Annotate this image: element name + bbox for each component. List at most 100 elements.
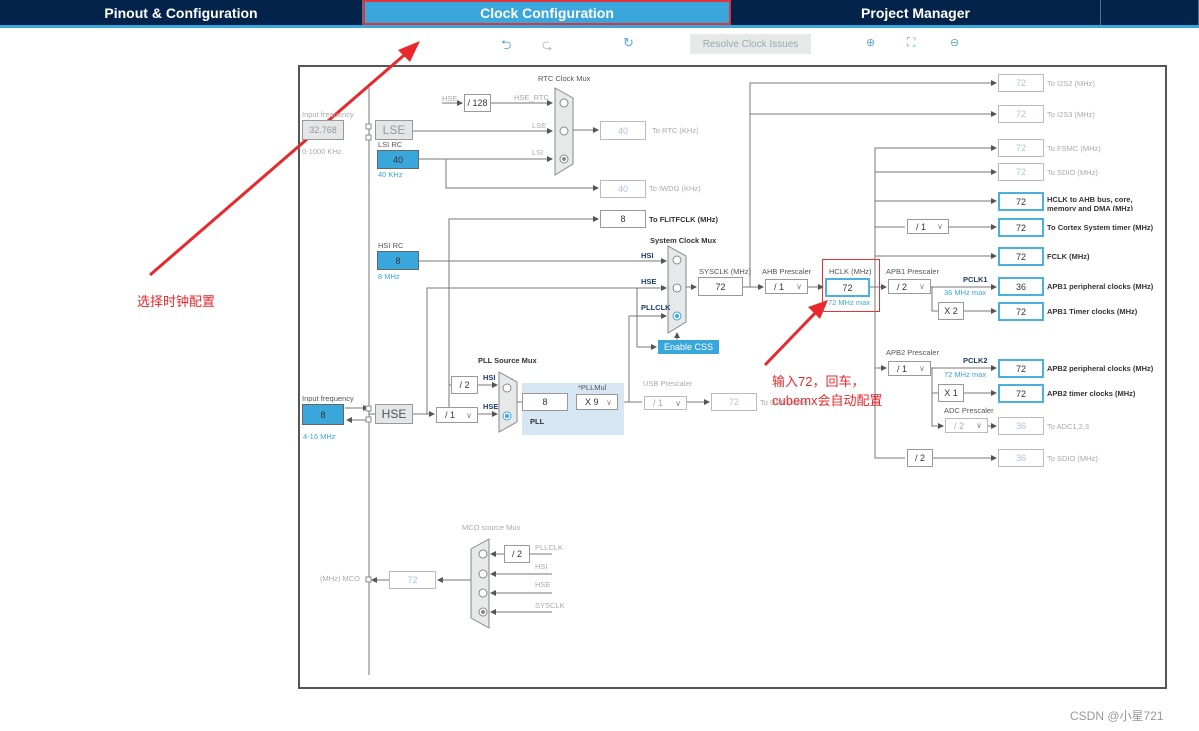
hsi-pll-divider: / 2 xyxy=(451,376,478,394)
mco-output: 72 xyxy=(389,571,436,589)
chevron-down-icon: ∨ xyxy=(976,421,982,430)
usb-prescaler-value: / 1 xyxy=(653,398,664,408)
sysclk-label: SYSCLK (MHz) xyxy=(699,267,752,276)
output-apb2-timer[interactable]: 72 xyxy=(998,384,1044,403)
apb1-prescaler-value: / 2 xyxy=(897,281,908,292)
apb2-prescaler-select[interactable]: / 1 ∨ xyxy=(888,361,931,376)
iwdg-output-label: To IWDG (KHz) xyxy=(649,184,701,193)
output-apb2-peripheral-label: APB2 peripheral clocks (MHz) xyxy=(1047,364,1154,373)
output-sdio-2: 36 xyxy=(998,449,1044,467)
apb2-prescaler-label: APB2 Prescaler xyxy=(886,348,939,357)
output-i2s3: 72 xyxy=(998,105,1044,123)
apb1-prescaler-label: APB1 Prescaler xyxy=(886,267,939,276)
hclk-max: 72 MHz max xyxy=(828,298,871,307)
iwdg-output: 40 xyxy=(600,180,646,198)
system-clock-mux-title: System Clock Mux xyxy=(650,236,717,245)
apb2-timer-multiplier: X 1 xyxy=(938,384,964,402)
chevron-down-icon: ∨ xyxy=(919,282,925,291)
pllmul-value: X 9 xyxy=(585,397,599,407)
lsi-label: LSI RC xyxy=(378,140,403,149)
hclk-label: HCLK (MHz) xyxy=(829,267,872,276)
lse-input-frequency[interactable]: 32.768 xyxy=(302,120,344,140)
hse-input-label: Input frequency xyxy=(302,394,354,403)
sysmux-hse-label: HSE xyxy=(641,277,657,286)
mco-label: (MHz) MCO xyxy=(320,574,360,583)
output-cortex-timer[interactable]: 72 xyxy=(998,218,1044,237)
output-fclk[interactable]: 72 xyxy=(998,247,1044,266)
hse-range: 4-16 MHz xyxy=(303,432,336,441)
annotation-select-clock: 选择时钟配置 xyxy=(137,294,216,309)
output-sdio-2-label: To SDIO (MHz) xyxy=(1047,454,1098,463)
annotation-enter-72: 输入72，回车， xyxy=(772,374,865,389)
output-fsmc-label: To FSMC (MHz) xyxy=(1047,144,1101,153)
output-i2s2: 72 xyxy=(998,74,1044,92)
output-sdio: 72 xyxy=(998,163,1044,181)
hse-rtc-divider: / 128 xyxy=(464,94,491,112)
hsi-label: HSI RC xyxy=(378,241,404,250)
sysclk-value[interactable]: 72 xyxy=(698,277,743,296)
chevron-down-icon: ∨ xyxy=(937,222,943,231)
pllmul-label: *PLLMul xyxy=(578,383,607,392)
usb-prescaler-label: USB Prescaler xyxy=(643,379,693,388)
mco-hse-label: HSE xyxy=(535,580,551,589)
chevron-down-icon: ∨ xyxy=(466,410,472,420)
rtc-lsi-label: LSI xyxy=(532,148,544,157)
output-apb1-peripheral[interactable]: 36 xyxy=(998,277,1044,296)
pclk1-label: PCLK1 xyxy=(963,275,988,284)
mco-hsi-label: HSI xyxy=(535,562,548,571)
usb-prescaler-select[interactable]: / 1 ∨ xyxy=(644,396,687,410)
rtc-mux-title: RTC Clock Mux xyxy=(538,74,591,83)
output-apb1-timer[interactable]: 72 xyxy=(998,302,1044,321)
output-hclk-ahb[interactable]: 72 xyxy=(998,192,1044,211)
sysmux-hsi-label: HSI xyxy=(641,251,654,260)
cortex-divider-value: / 1 xyxy=(916,221,927,232)
rtc-output: 40 xyxy=(600,121,646,140)
flitfclk-label: To FLITFCLK (MHz) xyxy=(649,215,719,224)
output-cortex-timer-label: To Cortex System timer (MHz) xyxy=(1047,223,1154,232)
pll-input-value: 8 xyxy=(522,393,568,411)
output-fclk-label: FCLK (MHz) xyxy=(1047,252,1090,261)
adc-prescaler-value: / 2 xyxy=(954,420,965,431)
hsi-value: 8 xyxy=(377,251,419,270)
output-i2s2-label: To I2S2 (MHz) xyxy=(1047,79,1095,88)
adc-prescaler-select[interactable]: / 2 ∨ xyxy=(945,418,988,433)
hse-prediv-select[interactable]: / 1 ∨ xyxy=(436,407,478,423)
hse-rtc-label: HSE_RTC xyxy=(514,93,549,102)
pll-label: PLL xyxy=(530,417,545,426)
rtc-output-label: To RTC (KHz) xyxy=(652,126,699,135)
annotation-auto-config: cubemx会自动配置 xyxy=(772,393,883,408)
adc-prescaler-label: ADC Prescaler xyxy=(944,406,994,415)
mco-sysclk-label: SYSCLK xyxy=(535,601,565,610)
lse-block: LSE xyxy=(375,120,413,140)
lsi-unit: 40 KHz xyxy=(378,170,403,179)
ahb-prescaler-select[interactable]: / 1 ∨ xyxy=(765,279,808,294)
chevron-down-icon: ∨ xyxy=(796,282,802,291)
pclk2-label: PCLK2 xyxy=(963,356,988,365)
pll-source-mux-title: PLL Source Mux xyxy=(478,356,537,365)
lse-input-label: Input frequency xyxy=(302,110,354,119)
output-adc: 36 xyxy=(998,417,1044,435)
apb1-prescaler-select[interactable]: / 2 ∨ xyxy=(888,279,931,294)
output-i2s3-label: To I2S3 (MHz) xyxy=(1047,110,1095,119)
output-fsmc: 72 xyxy=(998,139,1044,157)
cortex-timer-divider-select[interactable]: / 1 ∨ xyxy=(907,219,949,234)
rtc-lse-label: LSE xyxy=(532,121,547,130)
flitfclk-output: 8 xyxy=(600,210,646,228)
apb1-timer-multiplier: X 2 xyxy=(938,302,964,320)
hse-input-frequency[interactable]: 8 xyxy=(302,404,344,425)
sysmux-pllclk-label: PLLCLK xyxy=(641,303,671,312)
hse-prediv-value: / 1 xyxy=(445,410,456,420)
chevron-down-icon: ∨ xyxy=(606,397,612,407)
output-apb2-peripheral[interactable]: 72 xyxy=(998,359,1044,378)
chevron-down-icon: ∨ xyxy=(919,364,925,373)
output-sdio-label: To SDIO (MHz) xyxy=(1047,168,1098,177)
hclk-input[interactable]: 72 xyxy=(825,278,870,297)
pllmul-select[interactable]: X 9 ∨ xyxy=(576,394,618,410)
pllsrc-hsi-label: HSI xyxy=(483,373,496,382)
chevron-down-icon: ∨ xyxy=(675,398,681,408)
usb-output: 72 xyxy=(711,393,757,411)
ahb-prescaler-label: AHB Prescaler xyxy=(762,267,812,276)
hsi-unit: 8 MHz xyxy=(378,272,400,281)
rtc-hse-label: HSE xyxy=(442,94,458,103)
enable-css-button[interactable]: Enable CSS xyxy=(658,340,719,354)
